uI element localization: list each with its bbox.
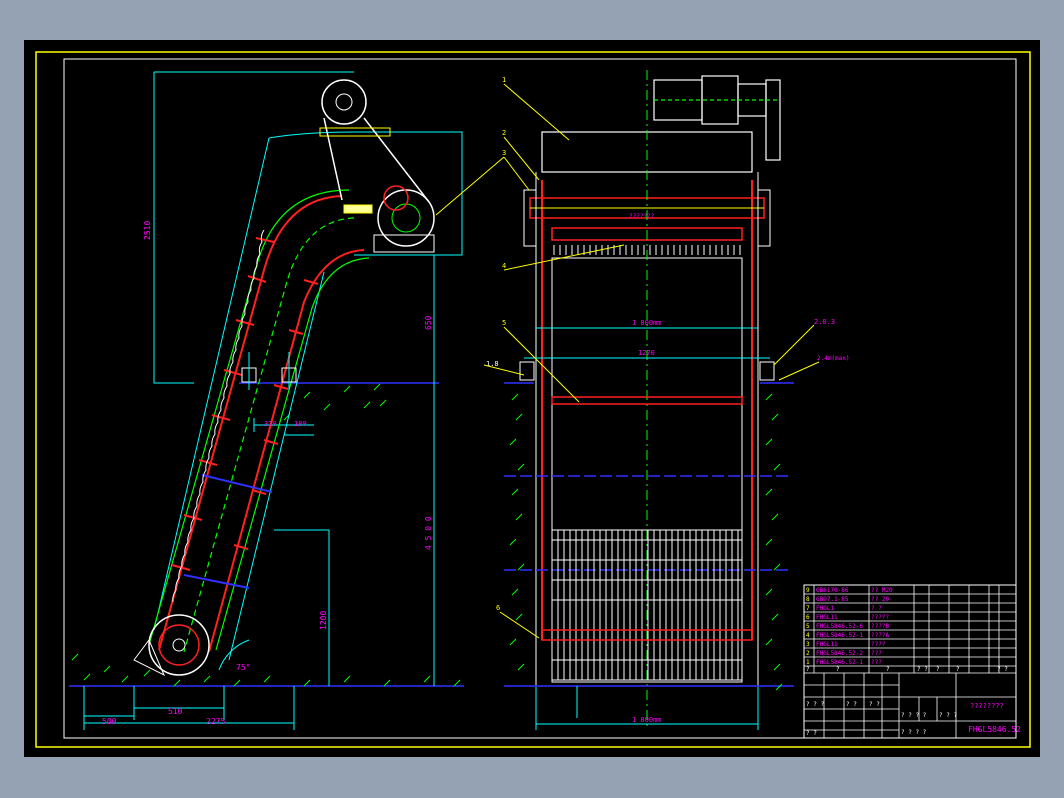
- rake-teeth: [172, 229, 265, 603]
- dim-pivot-x: 320: [264, 420, 277, 428]
- bom-row-name: ?? M20: [871, 587, 893, 594]
- guide-inner: [215, 257, 370, 651]
- bom-row-code: FHGL11: [816, 614, 838, 621]
- bom-row-name: ????B: [871, 623, 889, 630]
- level-right: 2.0.3: [814, 318, 835, 326]
- title-block: 9 GB6170-86 ?? M20 8 GB97.1-85 ?? 20 7 F…: [803, 584, 1021, 739]
- bom-header-material: ?: [936, 666, 940, 673]
- tb-cell: ? ?: [806, 730, 817, 737]
- drive-motor: [653, 75, 781, 161]
- bom-header-name: ?: [886, 666, 890, 673]
- drawing-number: FHGL5846.52: [968, 725, 1021, 734]
- rakes-right: [233, 279, 319, 550]
- frame-outer-line: [153, 137, 270, 631]
- callout-2: 2: [502, 129, 506, 137]
- callout-1: 1: [502, 76, 506, 84]
- leader-level-right: [773, 324, 815, 366]
- bom-row-no: 5: [806, 623, 810, 630]
- leader-3: [503, 156, 530, 191]
- dim-base-width: 1 800mm: [632, 716, 662, 724]
- bom-row-no: 6: [806, 614, 810, 621]
- tb-cell: ? ?: [869, 701, 880, 708]
- leader-3-side: [435, 156, 505, 216]
- dim-pivot-y: 180: [294, 420, 307, 428]
- water-level-right: 2.4m(max): [817, 355, 850, 362]
- head-housing: [268, 131, 463, 256]
- leader-1: [503, 83, 570, 141]
- bom-row-name: ?? 20: [871, 596, 889, 603]
- bom-row-code: FHGL5846.52-6: [816, 623, 863, 630]
- tail-dim-line: [274, 529, 330, 686]
- bom-row-code: FHGL5846.52-1: [816, 659, 863, 666]
- tail-sprocket: [133, 614, 210, 677]
- dim-height-upper: 650: [424, 315, 433, 330]
- bom-row-no: 1: [806, 659, 810, 666]
- callout-4: 4: [502, 262, 506, 270]
- dim-span-inner: 510: [168, 707, 183, 716]
- dim-extension-left: [153, 72, 194, 384]
- drawing-sheet: 2510 650 4 5 0 0 1200 320 180 75° 500 51…: [24, 40, 1040, 757]
- callout-3: 3: [502, 149, 506, 157]
- bom-row-no: 8: [806, 596, 810, 603]
- bom-row-no: 3: [806, 641, 810, 648]
- drive-shaft: [343, 204, 373, 214]
- bom-row-name: ????A: [871, 632, 889, 639]
- bom-row-name: ?????: [871, 614, 889, 621]
- bom-row-name: ???: [871, 659, 882, 666]
- tb-cell: ? ? ?: [806, 701, 824, 708]
- tb-cell: ? ? ? ?: [901, 729, 927, 736]
- right-wall-hatch: [765, 393, 783, 691]
- level-left: 1.8: [486, 360, 499, 368]
- side-view: 2510 650 4 5 0 0 1200 320 180 75° 500 51…: [69, 71, 464, 730]
- plate-label: ???????: [629, 213, 655, 220]
- tb-cell: ? ?: [846, 701, 857, 708]
- dim-width-left: 500: [102, 717, 117, 726]
- bom-row-no: 7: [806, 605, 810, 612]
- bom-row-code: FHGL11: [816, 641, 838, 648]
- left-wall-hatch: [509, 393, 525, 671]
- frame-inner-line: [228, 271, 325, 661]
- bom-header-code: ?: [836, 666, 840, 673]
- bom-row-code: FHGL5846.52-1: [816, 632, 863, 639]
- bom-row-name: ? ?: [871, 605, 882, 612]
- dim-total-base: 2275: [206, 717, 225, 726]
- dim-height-tail: 1200: [319, 611, 328, 630]
- tb-cell: ? ? ? ?: [901, 712, 927, 719]
- cad-drawing: 2510 650 4 5 0 0 1200 320 180 75° 500 51…: [35, 51, 1031, 748]
- dim-inner-width: 1270: [638, 349, 655, 357]
- bom-header-qty: ? ?: [917, 666, 928, 673]
- dim-grate-width: 1 800mm: [632, 319, 662, 327]
- bom-row-no: 2: [806, 650, 810, 657]
- bom-header-no: ?: [806, 666, 810, 673]
- dim-height-mid: 4 5 0 0: [424, 516, 433, 550]
- head-sprocket: [319, 79, 435, 253]
- bom-header-remark: ? ?: [997, 666, 1008, 673]
- bom-row-code: FHGL5846.52-2: [816, 650, 863, 657]
- tb-cell: ? ? ?: [939, 712, 957, 719]
- leader-2: [503, 136, 540, 181]
- dim-angle: 75°: [236, 663, 250, 672]
- bom-row-code: GB6170-86: [816, 587, 849, 594]
- front-view: 1 2 3 4 5 6 1 800mm 1270 1 800mm 2.0.3 2…: [435, 70, 850, 730]
- ground-hatch: [71, 653, 461, 687]
- dim-height-total: 2510: [143, 221, 152, 240]
- bom-header-weight: ?: [956, 666, 960, 673]
- leader-water-right: [778, 361, 820, 381]
- bom-row-name: ???: [871, 650, 882, 657]
- title-block-name: ????????: [970, 702, 1004, 710]
- callout-5: 5: [502, 319, 506, 327]
- bom-row-code: FHGL1: [816, 605, 834, 612]
- bom-row-no: 9: [806, 587, 810, 594]
- chain-outer: [158, 195, 343, 651]
- bom-row-no: 4: [806, 632, 810, 639]
- callout-6: 6: [496, 604, 500, 612]
- bom-row-code: GB97.1-85: [816, 596, 849, 603]
- bom-row-name: ????: [871, 641, 886, 648]
- upper-ground-hatch: [283, 383, 387, 421]
